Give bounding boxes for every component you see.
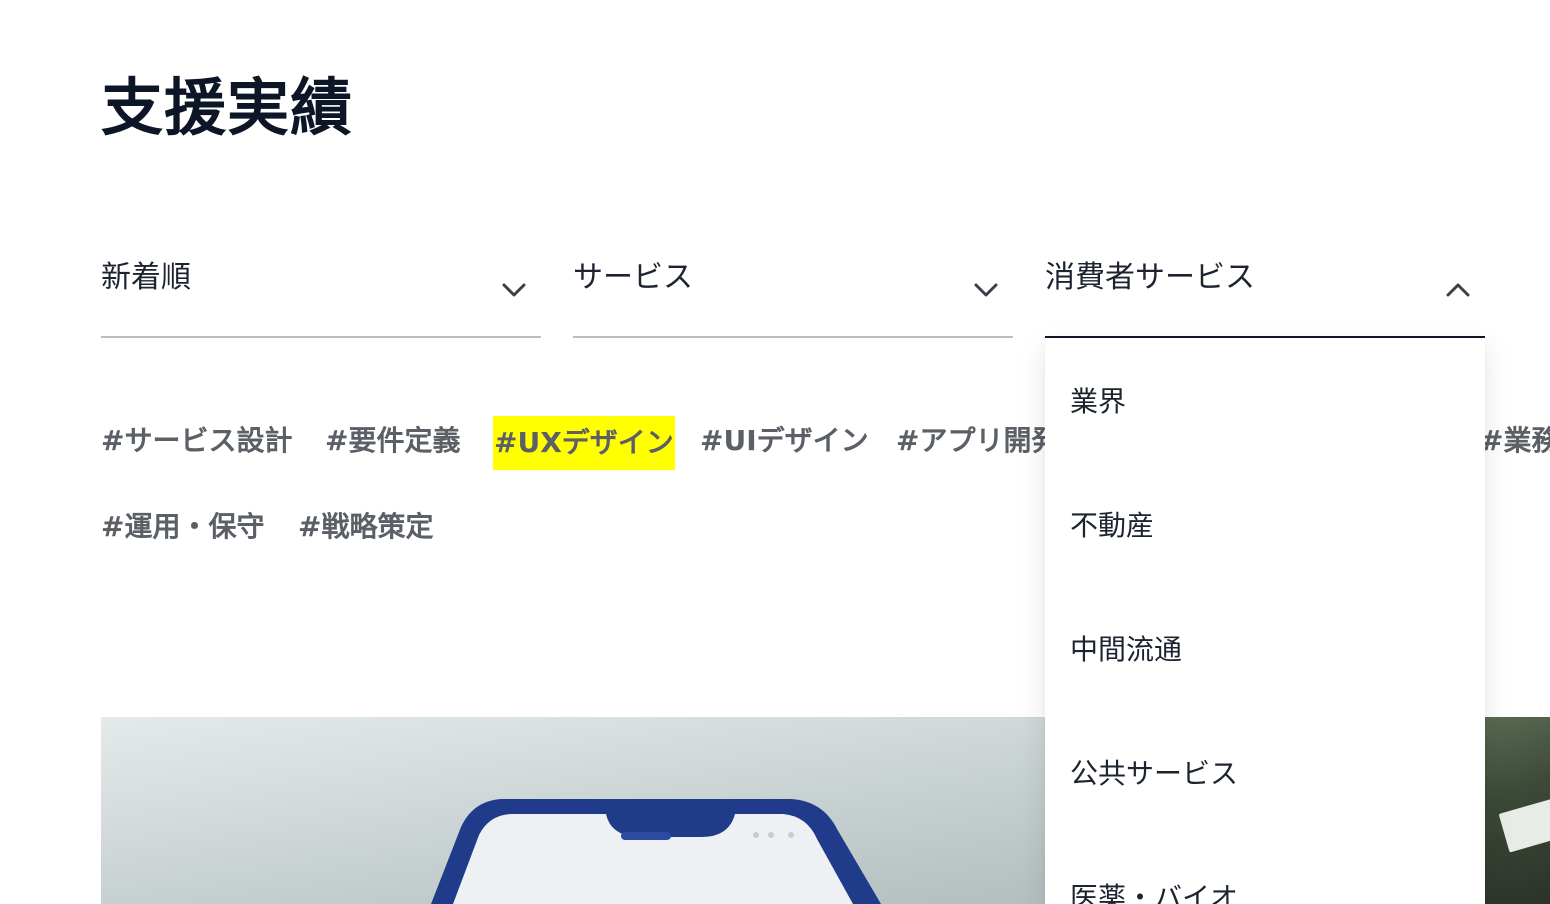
chevron-down-icon [501,280,527,300]
industry-select-label: 消費者サービス [1045,260,1255,295]
sort-select-label: 新着順 [101,260,191,295]
dropdown-item-distribution[interactable]: 中間流通 [1070,630,1182,670]
tag-service-design[interactable]: #サービス設計 [101,414,292,468]
industry-dropdown-menu: 業界 不動産 中間流通 公共サービス 医薬・バイオ [1045,338,1485,904]
dropdown-item-real-estate[interactable]: 不動産 [1070,506,1154,546]
tag-app-development[interactable]: #アプリ開発 [896,414,1059,468]
dropdown-item-pharma-bio[interactable]: 医薬・バイオ [1070,878,1238,904]
sort-select[interactable]: 新着順 [101,240,541,338]
chevron-up-icon [1445,280,1471,300]
industry-select[interactable]: 消費者サービス [1045,240,1485,338]
tag-ui-design[interactable]: #UIデザイン [700,414,869,468]
tag-operations[interactable]: #運用・保守 [101,500,264,554]
chevron-down-icon [973,280,999,300]
case-studies-page: 支援実績 新着順 サービス 消費者サービス #サービス設計 #要件定義 #UXデ… [0,0,1550,904]
dropdown-item-industry[interactable]: 業界 [1070,382,1126,422]
tag-requirements[interactable]: #要件定義 [325,414,460,468]
dropdown-item-public-services[interactable]: 公共サービス [1070,754,1238,794]
sign-graphic [1498,797,1550,853]
tag-strategy[interactable]: #戦略策定 [298,500,433,554]
service-select-label: サービス [573,260,693,295]
case-study-image-secondary[interactable] [1485,717,1550,904]
service-select[interactable]: サービス [573,240,1013,338]
tag-ux-design[interactable]: #UXデザイン [493,416,675,470]
tag-business[interactable]: #業務 [1480,414,1550,468]
page-title: 支援実績 [101,71,354,144]
